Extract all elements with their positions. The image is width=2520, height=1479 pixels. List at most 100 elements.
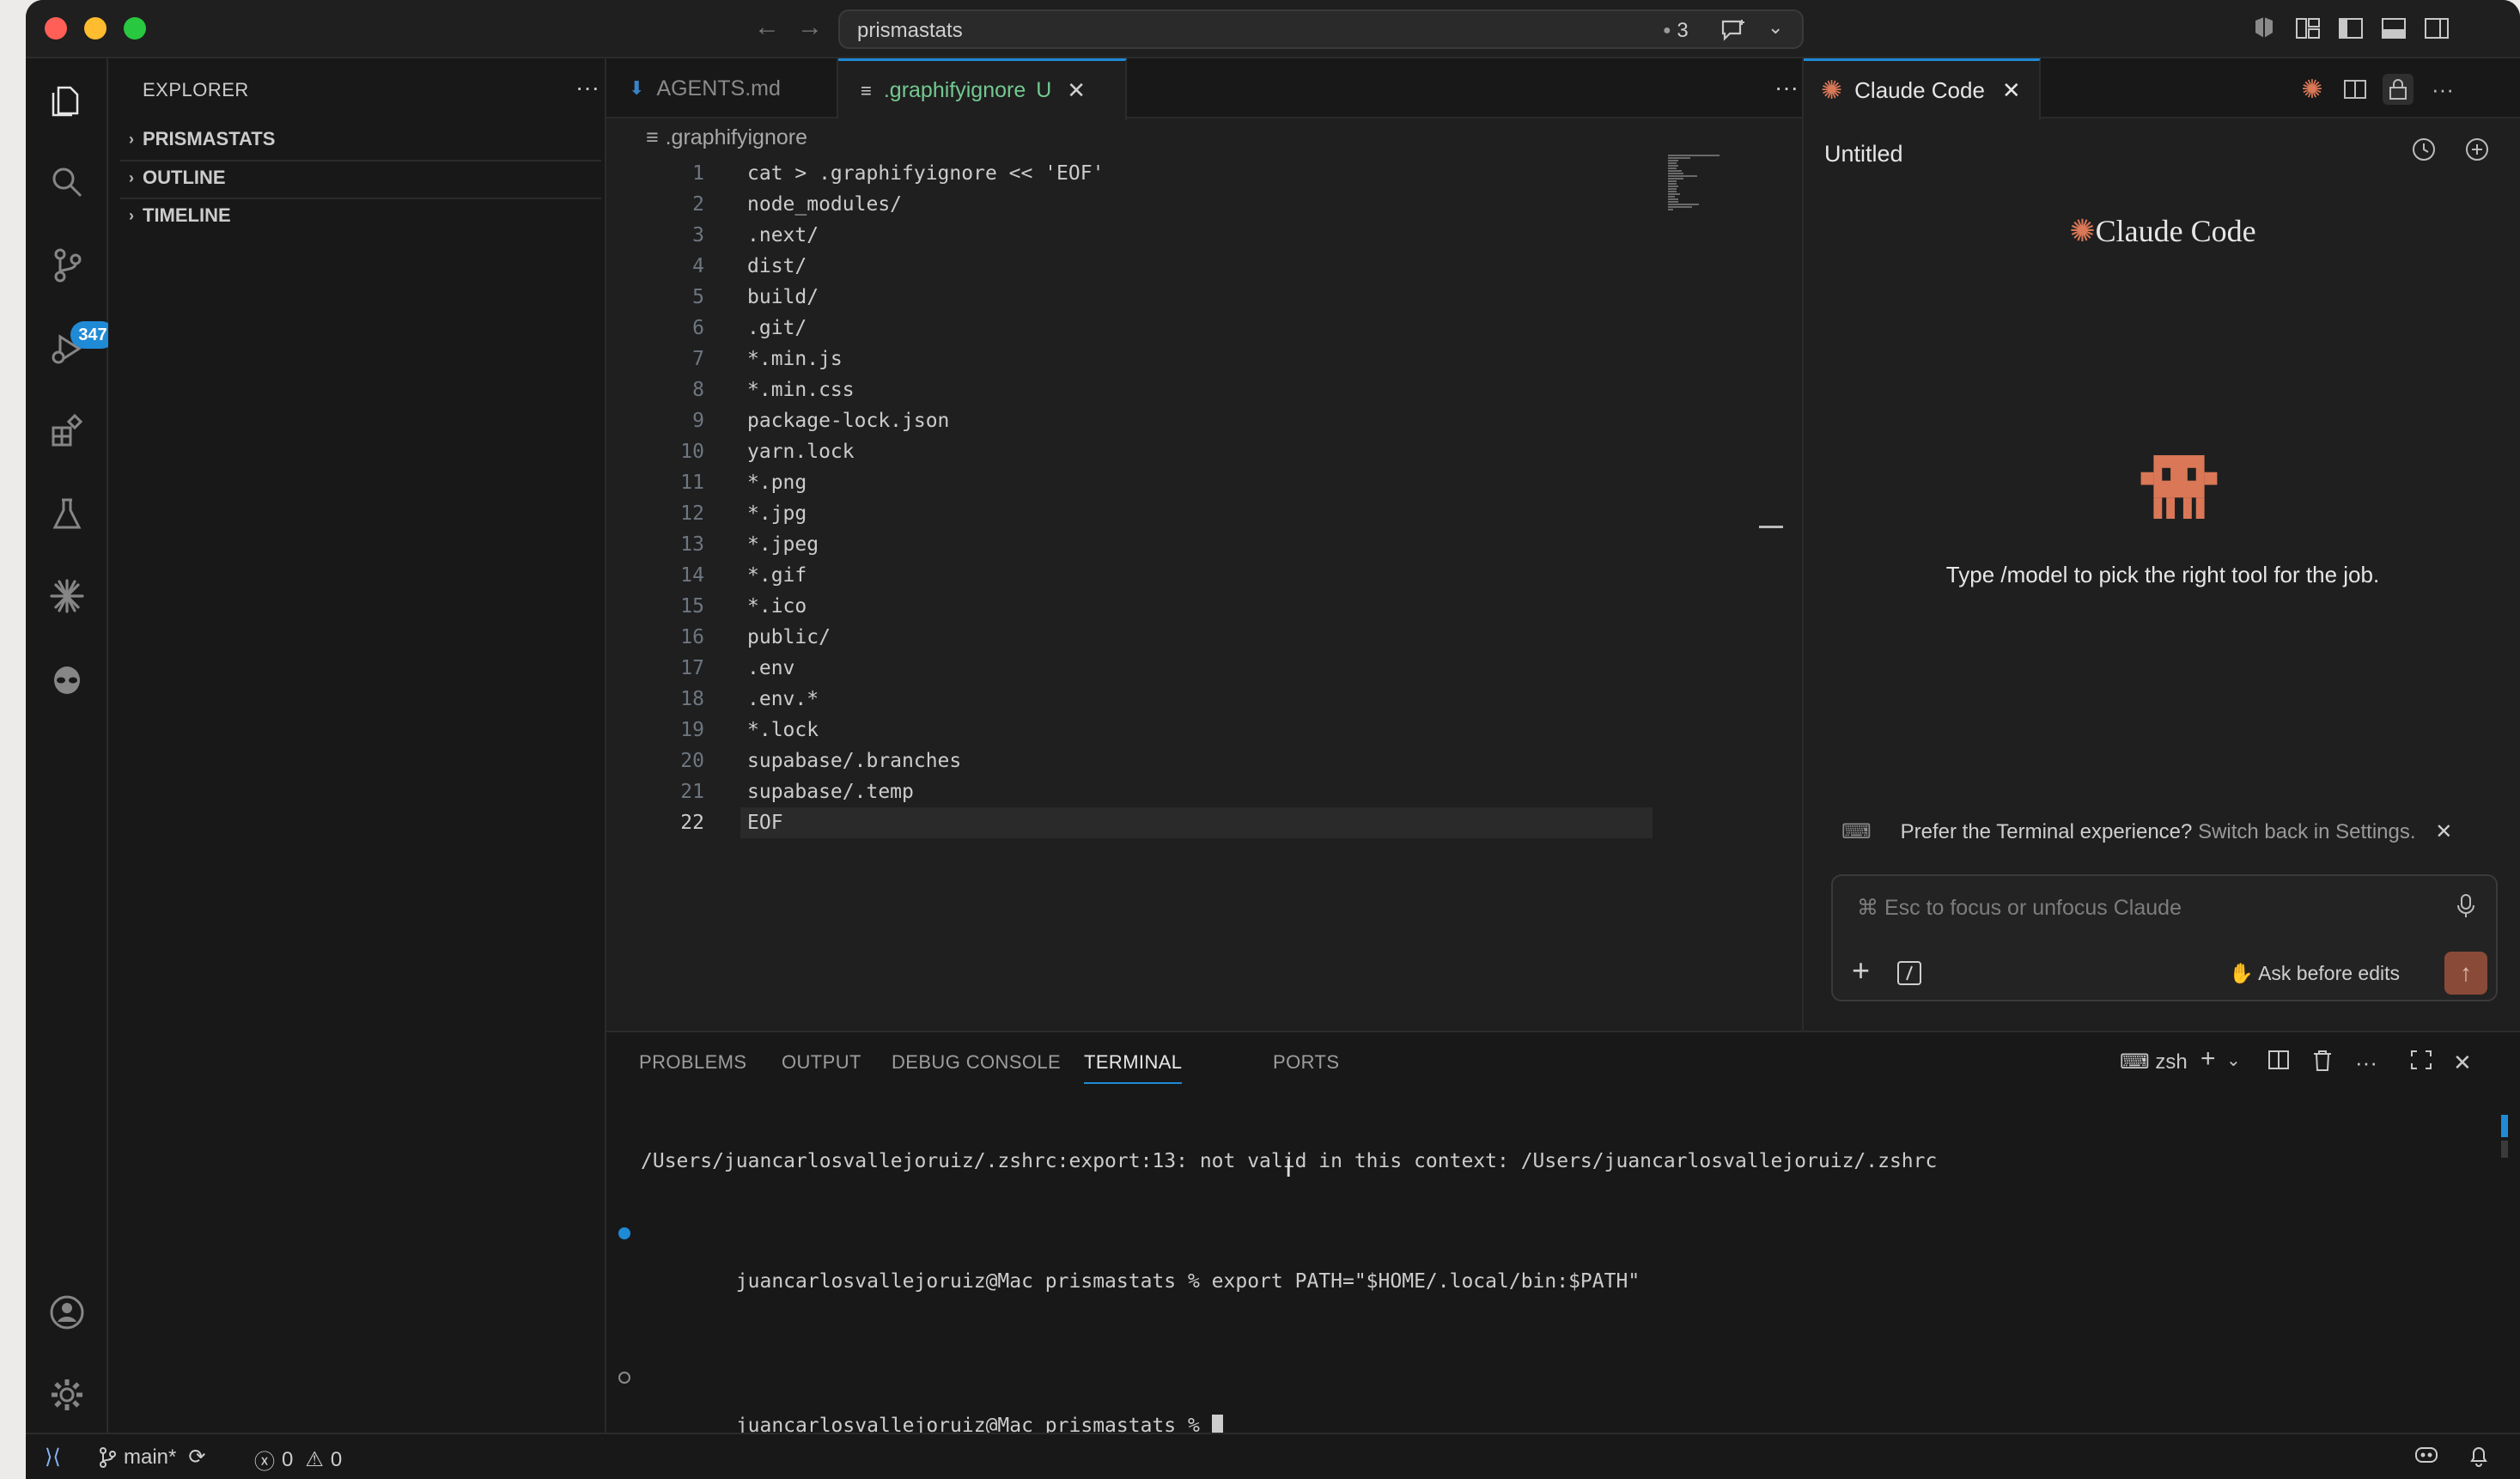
close-tab-icon[interactable]: ✕: [1067, 77, 1086, 104]
code-line[interactable]: 14 *.gif: [606, 560, 1637, 591]
code-line[interactable]: 1 cat > .graphifyignore << 'EOF': [606, 158, 1637, 189]
git-branch[interactable]: main* ⟳: [98, 1445, 205, 1470]
code-line[interactable]: 21 supabase/.temp: [606, 776, 1637, 807]
new-terminal-icon[interactable]: +: [2200, 1044, 2216, 1074]
account-icon[interactable]: [41, 1287, 93, 1338]
code-line[interactable]: 10 yarn.lock: [606, 436, 1637, 467]
file-lines-icon: ≡: [861, 79, 872, 101]
lock-icon[interactable]: [2383, 74, 2413, 105]
run-debug-icon[interactable]: [41, 323, 93, 374]
code-line[interactable]: 4 dist/: [606, 251, 1637, 282]
code-line[interactable]: 22 EOF: [606, 807, 1637, 838]
section-timeline[interactable]: › TIMELINE: [120, 198, 601, 232]
alien-extension-icon[interactable]: [41, 653, 93, 704]
terminal-shell-selector[interactable]: ⌨ zsh: [2120, 1050, 2188, 1074]
forward-arrow-icon[interactable]: →: [797, 12, 823, 43]
maximize-window-button[interactable]: [124, 17, 146, 40]
more-actions-icon[interactable]: ···: [2427, 74, 2458, 105]
code-line[interactable]: 17 .env: [606, 653, 1637, 684]
dismiss-close-icon[interactable]: ✕: [2435, 820, 2452, 843]
close-panel-icon[interactable]: ✕: [2453, 1050, 2472, 1076]
minimize-window-button[interactable]: [84, 17, 107, 40]
code-line[interactable]: 15 *.ico: [606, 591, 1637, 622]
code-line[interactable]: 19 *.lock: [606, 715, 1637, 746]
notification-count[interactable]: ● 3: [1663, 19, 1689, 43]
code-line[interactable]: 8 *.min.css: [606, 374, 1637, 405]
tab-graphifyignore[interactable]: ≡ .graphifyignore U ✕: [838, 58, 1127, 120]
code-line[interactable]: 6 .git/: [606, 313, 1637, 344]
code-line[interactable]: 12 *.jpg: [606, 498, 1637, 529]
section-prismastats[interactable]: › PRISMASTATS: [120, 122, 601, 156]
minimap[interactable]: [1668, 155, 1728, 240]
explorer-icon[interactable]: [41, 76, 93, 127]
new-chat-icon[interactable]: [2462, 134, 2493, 165]
code-line[interactable]: 5 build/: [606, 282, 1637, 313]
copilot-icon[interactable]: [2250, 15, 2278, 41]
tab-terminal[interactable]: TERMINAL: [1084, 1051, 1183, 1084]
slash-command-icon[interactable]: [1896, 960, 1922, 986]
extensions-icon[interactable]: [41, 405, 93, 457]
ask-before-edits-toggle[interactable]: ✋ Ask before edits: [2229, 962, 2400, 985]
code-line[interactable]: 18 .env.*: [606, 684, 1637, 715]
sync-icon[interactable]: ⟳: [188, 1445, 205, 1470]
add-attachment-icon[interactable]: +: [1852, 953, 1870, 988]
tab-debug-console[interactable]: DEBUG CONSOLE: [892, 1051, 1061, 1074]
code-line[interactable]: 9 package-lock.json: [606, 405, 1637, 436]
send-button[interactable]: ↑: [2444, 952, 2487, 995]
testing-flask-icon[interactable]: [41, 488, 93, 539]
code-line[interactable]: 7 *.min.js: [606, 344, 1637, 374]
section-outline[interactable]: › OUTLINE: [120, 160, 601, 194]
settings-gear-icon[interactable]: [41, 1369, 93, 1421]
source-control-icon[interactable]: [41, 239, 93, 290]
claude-prompt-input[interactable]: ⌘ Esc to focus or unfocus Claude + ✋ Ask…: [1831, 874, 2498, 1001]
line-number: 3: [692, 224, 704, 246]
code-line[interactable]: 13 *.jpeg: [606, 529, 1637, 560]
breadcrumb[interactable]: ≡ .graphifyignore: [646, 125, 807, 150]
remote-indicator-icon[interactable]: ⟩⟨: [45, 1445, 61, 1470]
command-center-search[interactable]: prismastats ● 3 ⌄: [838, 9, 1804, 49]
claude-spark-icon[interactable]: [41, 570, 93, 622]
untracked-badge: U: [1036, 78, 1052, 102]
line-number: 8: [692, 379, 704, 401]
maximize-panel-icon[interactable]: [2410, 1050, 2432, 1076]
code-line[interactable]: 2 node_modules/: [606, 189, 1637, 220]
toggle-primary-sidebar-icon[interactable]: [2336, 15, 2365, 41]
split-terminal-icon[interactable]: [2267, 1050, 2290, 1076]
toggle-panel-icon[interactable]: [2379, 15, 2408, 41]
tab-problems[interactable]: PROBLEMS: [639, 1051, 746, 1074]
close-tab-icon[interactable]: ✕: [2002, 77, 2021, 104]
editor-more-icon[interactable]: ···: [1774, 74, 1799, 101]
code-line[interactable]: 16 public/: [606, 622, 1637, 653]
switch-back-link[interactable]: Switch back in Settings.: [2198, 820, 2415, 843]
chevron-down-icon[interactable]: ⌄: [1768, 16, 1783, 39]
trash-icon[interactable]: [2312, 1050, 2333, 1078]
tab-ports[interactable]: PORTS: [1273, 1051, 1339, 1074]
code-line[interactable]: 3 .next/: [606, 220, 1637, 251]
code-line[interactable]: 20 supabase/.branches: [606, 746, 1637, 776]
more-actions-icon[interactable]: ···: [575, 74, 600, 101]
search-icon[interactable]: [41, 156, 93, 208]
claude-spark-icon: ✺: [1821, 76, 1843, 105]
chat-icon[interactable]: [1720, 18, 1747, 42]
microphone-icon[interactable]: [2456, 893, 2475, 919]
customize-layout-icon[interactable]: [2293, 15, 2322, 41]
tab-agents-md[interactable]: ⬇ AGENTS.md: [606, 58, 838, 119]
copilot-status-icon[interactable]: [2413, 1445, 2439, 1465]
close-window-button[interactable]: [45, 17, 67, 40]
chevron-down-icon[interactable]: ⌄: [2226, 1050, 2241, 1071]
sidebar-title: EXPLORER: [143, 79, 249, 100]
code-line[interactable]: 11 *.png: [606, 467, 1637, 498]
tab-claude-code[interactable]: ✺ Claude Code ✕: [1804, 58, 2041, 120]
minimap-line: [1668, 180, 1677, 182]
toggle-secondary-sidebar-icon[interactable]: [2422, 15, 2451, 41]
back-arrow-icon[interactable]: ←: [754, 12, 780, 43]
terminal-scrollbar-thumb[interactable]: [2501, 1141, 2508, 1158]
line-text: supabase/.branches: [747, 750, 962, 772]
problems-status[interactable]: ⓧ 0 ⚠ 0: [254, 1445, 342, 1475]
claude-spark-icon[interactable]: ✺: [2297, 74, 2328, 105]
split-editor-icon[interactable]: [2340, 74, 2371, 105]
history-clock-icon[interactable]: [2408, 134, 2439, 165]
more-actions-icon[interactable]: ···: [2355, 1050, 2377, 1076]
tab-output[interactable]: OUTPUT: [782, 1051, 861, 1074]
notifications-bell-icon[interactable]: [2468, 1445, 2489, 1467]
